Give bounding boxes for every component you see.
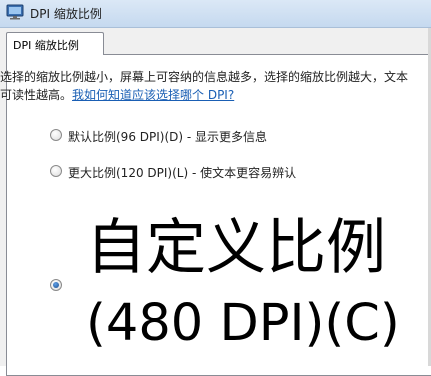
description-line-2: 可读性越高。我如何知道应该选择哪个 DPI? (0, 86, 234, 104)
option-custom-scale-label-line-2[interactable]: (480 DPI)(C) (86, 298, 400, 349)
description-line-1: 选择的缩放比例越小，屏幕上可容纳的信息越多，选择的缩放比例越大，文本 (0, 70, 409, 84)
option-larger-scale-label[interactable]: 更大比例(120 DPI)(L) - 使文本更容易辨认 (68, 164, 296, 181)
tab-label: DPI 缩放比例 (13, 39, 79, 52)
description-line-2-text: 可读性越高。 (0, 88, 73, 102)
title-bar: DPI 缩放比例 (0, 0, 431, 28)
option-default-scale-label[interactable]: 默认比例(96 DPI)(D) - 显示更多信息 (68, 128, 267, 145)
dpi-help-link[interactable]: 我如何知道应该选择哪个 DPI? (72, 88, 234, 102)
radio-larger-scale[interactable] (50, 165, 62, 177)
window-title: DPI 缩放比例 (30, 7, 102, 21)
tab-dpi-scaling[interactable]: DPI 缩放比例 (6, 32, 104, 55)
radio-default-scale[interactable] (50, 129, 62, 141)
option-custom-scale-label-line-1[interactable]: 自定义比例 (86, 218, 386, 278)
monitor-icon (6, 4, 24, 20)
radio-custom-scale[interactable] (50, 279, 62, 291)
